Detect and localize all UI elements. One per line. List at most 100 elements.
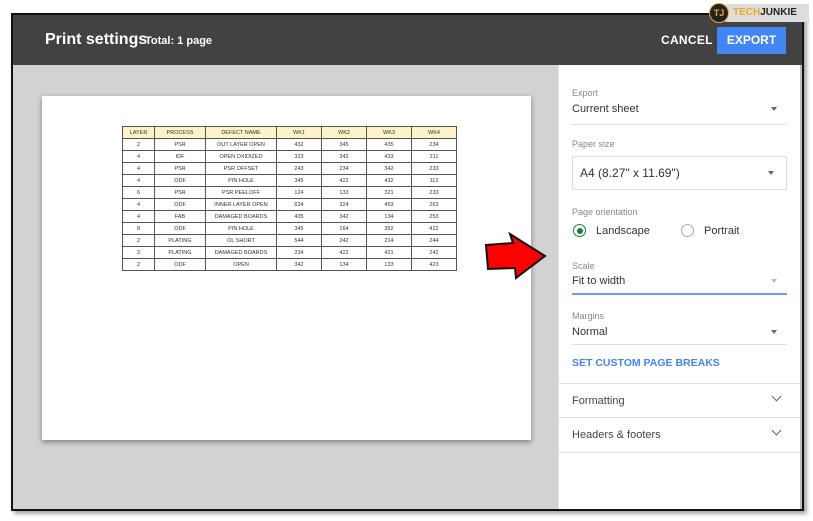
table-cell: 242 [321, 234, 367, 247]
watermark-text: TECHJUNKIE [733, 7, 797, 18]
column-header: WK2 [321, 126, 367, 139]
table-cell: 321 [366, 186, 412, 199]
dropdown-arrow-icon [771, 107, 777, 111]
table-cell: 4 [122, 174, 155, 187]
table-cell: 342 [366, 162, 412, 175]
table-cell: 234 [411, 138, 457, 151]
table-cell: OL SHORT [205, 234, 277, 247]
table-row: 4 PSR PSR OFFSET 243 234 342 233 [122, 162, 457, 175]
table-cell: PSR PEELOFF [205, 186, 277, 199]
table-row: 2 ODF OPEN 342 134 133 423 [122, 258, 457, 271]
table-cell: PSR [154, 138, 206, 151]
table-cell: DAMAGED BOARDS [205, 246, 277, 259]
scale-value: Fit to width [572, 275, 626, 287]
table-cell: ODF [154, 174, 206, 187]
table-cell: DAMAGED BOARDS [205, 210, 277, 223]
dropdown-arrow-icon [771, 279, 777, 283]
table-cell: PIN HOLE [205, 222, 277, 235]
table-cell: INNER LAYER OPEN [205, 198, 277, 211]
portrait-radio[interactable] [681, 224, 694, 237]
page-title: Print settings [45, 31, 148, 48]
headers-footers-section[interactable]: Headers & footers [559, 417, 802, 453]
table-cell: 243 [276, 162, 322, 175]
red-arrow-annotation-icon [484, 232, 547, 280]
landscape-label[interactable]: Landscape [596, 225, 650, 237]
cancel-button[interactable]: CANCEL [661, 33, 713, 47]
print-preview-area: LAYER PROCESS DEFECT NAME WK1 WK2 WK3 WK4 2 PSR… [13, 65, 558, 509]
formatting-section[interactable]: Formatting [559, 383, 802, 418]
watermark-suffix: JUNKIE [760, 7, 797, 18]
table-cell: 342 [276, 258, 322, 271]
table-cell: PSR [154, 162, 206, 175]
table-cell: OUT LAYER OPEN [205, 138, 277, 151]
table-cell: 345 [276, 222, 322, 235]
paper-size-value: A4 (8.27" x 11.69") [580, 166, 680, 180]
settings-panel: Export Current sheet Paper size A4 (8.27… [558, 65, 802, 509]
table-cell: 124 [276, 186, 322, 199]
column-header: LAYER [122, 126, 155, 139]
table-cell: 422 [321, 246, 367, 259]
table-cell: 2 [122, 258, 155, 271]
table-cell: 112 [411, 174, 457, 187]
table-cell: 422 [321, 174, 367, 187]
table-cell: 244 [411, 234, 457, 247]
table-cell: 8 [122, 222, 155, 235]
chevron-down-icon [771, 425, 782, 436]
table-cell: 435 [366, 138, 412, 151]
table-row: 2 PLATING DAMAGED BOARDS 234 422 421 242 [122, 246, 457, 259]
portrait-label[interactable]: Portrait [704, 225, 739, 237]
print-settings-window: Print settings Total: 1 page CANCEL EXPO… [11, 13, 804, 511]
scale-label: Scale [572, 261, 595, 271]
table-cell: 233 [411, 186, 457, 199]
table-cell: 2 [122, 138, 155, 151]
table-cell: 342 [321, 150, 367, 163]
table-cell: 134 [321, 258, 367, 271]
orientation-label: Page orientation [572, 207, 638, 217]
landscape-radio[interactable] [573, 224, 586, 237]
table-cell: 164 [321, 222, 367, 235]
headers-footers-label: Headers & footers [572, 429, 661, 441]
divider [572, 344, 787, 345]
focused-underline [572, 293, 787, 295]
set-custom-page-breaks-link[interactable]: SET CUSTOM PAGE BREAKS [572, 357, 720, 369]
table-cell: FAB [154, 210, 206, 223]
table-cell: 421 [366, 246, 412, 259]
export-select[interactable]: Current sheet [559, 99, 799, 125]
table-cell: ODF [154, 198, 206, 211]
margins-select[interactable]: Normal [559, 322, 799, 346]
divider [572, 124, 787, 125]
table-cell: 544 [276, 234, 322, 247]
paper-size-select[interactable]: A4 (8.27" x 11.69") [572, 156, 787, 190]
scale-select[interactable]: Fit to width [559, 271, 799, 295]
preview-page: LAYER PROCESS DEFECT NAME WK1 WK2 WK3 WK4 2 PSR… [42, 96, 531, 440]
table-cell: 214 [366, 234, 412, 247]
export-button[interactable]: EXPORT [717, 27, 786, 54]
table-cell: 133 [366, 258, 412, 271]
table-cell: PIN HOLE [205, 174, 277, 187]
dropdown-arrow-icon [768, 171, 774, 175]
table-cell: 242 [411, 246, 457, 259]
table-cell: 432 [366, 174, 412, 187]
table-cell: 422 [411, 222, 457, 235]
chevron-down-icon [771, 391, 782, 402]
table-cell: 352 [366, 222, 412, 235]
column-header: WK3 [366, 126, 412, 139]
paper-size-label: Paper size [572, 139, 615, 149]
table-cell: 345 [276, 174, 322, 187]
table-cell: PSR [154, 186, 206, 199]
table-cell: 432 [276, 138, 322, 151]
table-cell: 324 [321, 198, 367, 211]
scrollbar[interactable] [800, 65, 802, 509]
table-row: 8 ODF PIN HOLE 345 164 352 422 [122, 222, 457, 235]
formatting-label: Formatting [572, 395, 625, 407]
column-header: PROCESS [154, 126, 206, 139]
table-cell: OPEN [205, 258, 277, 271]
table-cell: ODF [154, 258, 206, 271]
table-cell: 2 [122, 246, 155, 259]
tj-logo-icon: TJ [709, 3, 729, 23]
table-cell: 345 [321, 138, 367, 151]
table-row: 4 ODF INNER LAYER OPEN 634 324 453 263 [122, 198, 457, 211]
table-cell: 4 [122, 150, 155, 163]
table-cell: 435 [276, 210, 322, 223]
margins-value: Normal [572, 326, 608, 338]
